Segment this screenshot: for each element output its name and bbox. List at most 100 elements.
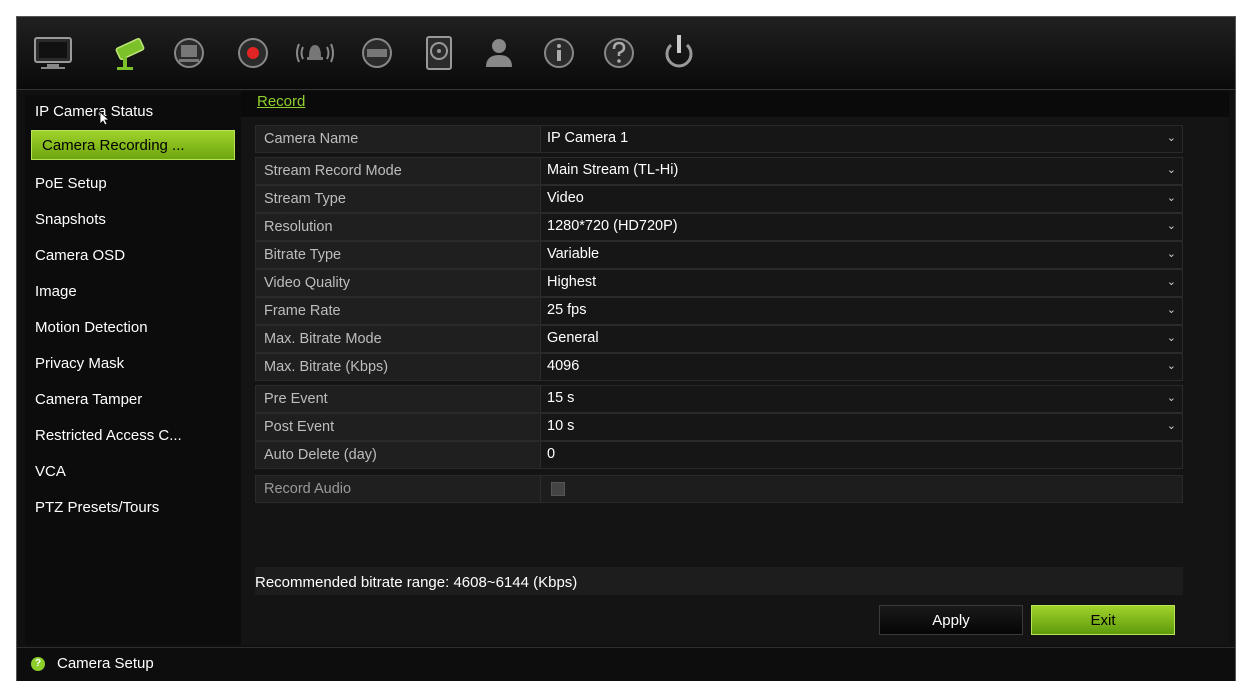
chevron-down-icon: ⌄ <box>1166 192 1176 204</box>
power-icon[interactable] <box>657 31 701 75</box>
sidebar-item-ip-camera-status[interactable]: IP Camera Status <box>25 95 241 129</box>
post-event-value: 10 s <box>547 418 575 434</box>
camera-name-select[interactable]: IP Camera 1 ⌄ <box>540 126 1182 152</box>
stream-record-mode-label: Stream Record Mode <box>264 163 402 179</box>
resolution-value: 1280*720 (HD720P) <box>547 218 678 234</box>
main-toolbar <box>17 17 1235 90</box>
post-event-row: Post Event 10 s ⌄ <box>255 413 1183 441</box>
max-bitrate-label: Max. Bitrate (Kbps) <box>264 359 389 375</box>
record-audio-checkbox[interactable] <box>551 482 565 496</box>
sidebar-item-snapshots[interactable]: Snapshots <box>25 203 241 237</box>
video-quality-value: Highest <box>547 274 597 290</box>
max-bitrate-mode-row: Max. Bitrate Mode General ⌄ <box>255 325 1183 353</box>
info-icon[interactable] <box>537 31 581 75</box>
chevron-down-icon: ⌄ <box>1166 248 1176 260</box>
pre-event-value: 15 s <box>547 390 575 406</box>
recommended-bitrate-note: Recommended bitrate range: 4608~6144 (Kb… <box>255 567 1183 595</box>
video-quality-select[interactable]: Highest ⌄ <box>540 270 1182 296</box>
frame-rate-value: 25 fps <box>547 302 587 318</box>
chevron-down-icon: ⌄ <box>1166 360 1176 372</box>
sidebar-item-motion-detection[interactable]: Motion Detection <box>25 311 241 345</box>
resolution-row: Resolution 1280*720 (HD720P) ⌄ <box>255 213 1183 241</box>
alarm-icon[interactable] <box>293 31 337 75</box>
sidebar-item-privacy-mask[interactable]: Privacy Mask <box>25 347 241 381</box>
stream-type-value: Video <box>547 190 584 206</box>
status-bar: ? Camera Setup <box>17 647 1235 681</box>
camera-setup-menu: IP Camera Status Camera Recording ... Po… <box>25 95 241 645</box>
chevron-down-icon: ⌄ <box>1166 164 1176 176</box>
record-audio-field <box>540 476 1182 502</box>
max-bitrate-row: Max. Bitrate (Kbps) 4096 ⌄ <box>255 353 1183 381</box>
camera-name-value: IP Camera 1 <box>547 130 629 146</box>
max-bitrate-select[interactable]: 4096 ⌄ <box>540 354 1182 380</box>
stream-type-select[interactable]: Video ⌄ <box>540 186 1182 212</box>
auto-delete-row: Auto Delete (day) 0 <box>255 441 1183 469</box>
tab-bar: Record <box>241 91 1229 117</box>
bitrate-type-label: Bitrate Type <box>264 247 342 263</box>
post-event-select[interactable]: 10 s ⌄ <box>540 414 1182 440</box>
recommended-bitrate-text: Recommended bitrate range: 4608~6144 (Kb… <box>255 574 578 591</box>
chevron-down-icon: ⌄ <box>1166 220 1176 232</box>
resolution-label: Resolution <box>264 219 333 235</box>
auto-delete-value: 0 <box>547 446 556 462</box>
chevron-down-icon: ⌄ <box>1166 332 1176 344</box>
chevron-down-icon: ⌄ <box>1166 276 1176 288</box>
sidebar-item-restricted-access[interactable]: Restricted Access C... <box>25 419 241 453</box>
bitrate-type-row: Bitrate Type Variable ⌄ <box>255 241 1183 269</box>
chevron-down-icon: ⌄ <box>1166 304 1176 316</box>
bitrate-type-value: Variable <box>547 246 600 262</box>
stream-type-label: Stream Type <box>264 191 346 207</box>
max-bitrate-mode-select[interactable]: General ⌄ <box>540 326 1182 352</box>
pre-event-label: Pre Event <box>264 391 328 407</box>
status-text: Camera Setup <box>57 655 154 672</box>
mouse-pointer-icon <box>99 111 111 126</box>
stream-record-mode-row: Stream Record Mode Main Stream (TL-Hi) ⌄ <box>255 157 1183 185</box>
record-icon[interactable] <box>231 31 275 75</box>
sidebar-item-camera-recording[interactable]: Camera Recording ... <box>31 130 235 160</box>
sidebar-item-camera-osd[interactable]: Camera OSD <box>25 239 241 273</box>
resolution-select[interactable]: 1280*720 (HD720P) ⌄ <box>540 214 1182 240</box>
chevron-down-icon: ⌄ <box>1166 420 1176 432</box>
stream-record-mode-value: Main Stream (TL-Hi) <box>547 162 679 178</box>
camera-name-row: Camera Name IP Camera 1 ⌄ <box>255 125 1183 153</box>
camera-icon[interactable] <box>109 31 153 75</box>
monitor-icon[interactable] <box>31 31 75 75</box>
video-quality-label: Video Quality <box>264 275 350 291</box>
help-icon[interactable]: ? <box>31 657 45 671</box>
record-audio-row: Record Audio <box>255 475 1183 503</box>
frame-rate-label: Frame Rate <box>264 303 341 319</box>
frame-rate-row: Frame Rate 25 fps ⌄ <box>255 297 1183 325</box>
max-bitrate-mode-value: General <box>547 330 599 346</box>
chevron-down-icon: ⌄ <box>1166 392 1176 404</box>
camera-name-label: Camera Name <box>264 131 359 147</box>
hdd-icon[interactable] <box>417 31 461 75</box>
video-quality-row: Video Quality Highest ⌄ <box>255 269 1183 297</box>
sidebar-item-ptz-presets[interactable]: PTZ Presets/Tours <box>25 491 241 525</box>
apply-button[interactable]: Apply <box>879 605 1023 635</box>
sidebar-item-image[interactable]: Image <box>25 275 241 309</box>
sidebar-item-camera-tamper[interactable]: Camera Tamper <box>25 383 241 417</box>
sidebar-item-vca[interactable]: VCA <box>25 455 241 489</box>
auto-delete-label: Auto Delete (day) <box>264 447 377 463</box>
device-icon[interactable] <box>355 31 399 75</box>
dvr-window: IP Camera Status Camera Recording ... Po… <box>16 16 1236 681</box>
help-icon[interactable] <box>597 31 641 75</box>
auto-delete-input[interactable]: 0 <box>540 442 1182 468</box>
exit-button[interactable]: Exit <box>1031 605 1175 635</box>
record-audio-label: Record Audio <box>264 481 352 497</box>
max-bitrate-value: 4096 <box>547 358 580 374</box>
pre-event-select[interactable]: 15 s ⌄ <box>540 386 1182 412</box>
post-event-label: Post Event <box>264 419 335 435</box>
stream-type-row: Stream Type Video ⌄ <box>255 185 1183 213</box>
pre-event-row: Pre Event 15 s ⌄ <box>255 385 1183 413</box>
bitrate-type-select[interactable]: Variable ⌄ <box>540 242 1182 268</box>
max-bitrate-mode-label: Max. Bitrate Mode <box>264 331 382 347</box>
record-settings-panel: Record Camera Name IP Camera 1 ⌄ Stream R… <box>241 91 1229 645</box>
frame-rate-select[interactable]: 25 fps ⌄ <box>540 298 1182 324</box>
sidebar-item-poe-setup[interactable]: PoE Setup <box>25 167 241 201</box>
tab-record[interactable]: Record <box>257 93 305 110</box>
chevron-down-icon: ⌄ <box>1166 132 1176 144</box>
stream-record-mode-select[interactable]: Main Stream (TL-Hi) ⌄ <box>540 158 1182 184</box>
network-icon[interactable] <box>167 31 211 75</box>
user-icon[interactable] <box>477 31 521 75</box>
